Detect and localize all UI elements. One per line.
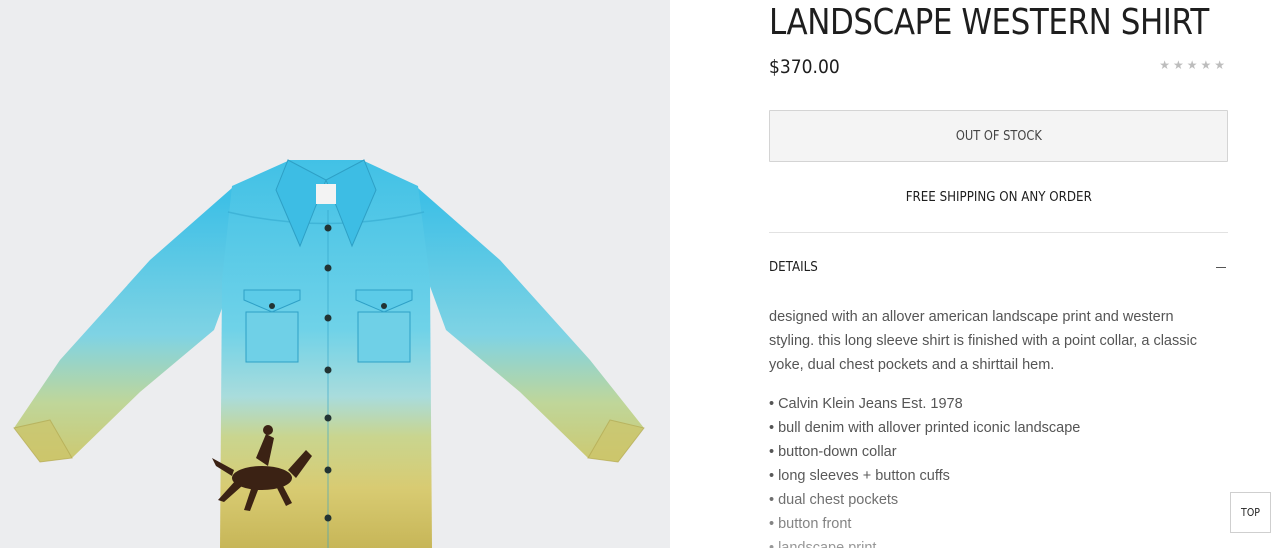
shipping-note-text: FREE SHIPPING ON ANY ORDER [905, 189, 1092, 205]
list-item: dual chest pockets [769, 488, 1209, 512]
divider [769, 232, 1228, 233]
shipping-note: FREE SHIPPING ON ANY ORDER [769, 189, 1228, 205]
shirt-illustration [13, 159, 645, 548]
product-description: designed with an allover american landsc… [769, 309, 1197, 373]
product-price: $370.00 [769, 56, 840, 78]
scroll-to-top-label: TOP [1241, 506, 1260, 519]
list-item: button-down collar [769, 440, 1209, 464]
details-label: DETAILS [769, 259, 818, 275]
out-of-stock-label: OUT OF STOCK [955, 128, 1042, 144]
star-icon: ★★★★★ [1159, 58, 1228, 72]
product-title: LANDSCAPE WESTERN SHIRT [769, 2, 1209, 43]
list-item: long sleeves + button cuffs [769, 464, 1209, 488]
out-of-stock-button[interactable]: OUT OF STOCK [769, 110, 1228, 162]
feature-list: Calvin Klein Jeans Est. 1978 bull denim … [769, 392, 1209, 548]
minus-icon [1216, 267, 1226, 268]
product-image[interactable] [0, 0, 670, 548]
list-item: bull denim with allover printed iconic l… [769, 416, 1209, 440]
details-accordion-toggle[interactable]: DETAILS [769, 255, 1228, 281]
list-item: button front [769, 512, 1209, 536]
scroll-to-top-button[interactable]: TOP [1230, 492, 1271, 533]
rating-stars[interactable]: ★★★★★ [1159, 58, 1228, 72]
list-item: landscape print [769, 536, 1209, 548]
list-item: Calvin Klein Jeans Est. 1978 [769, 392, 1209, 416]
